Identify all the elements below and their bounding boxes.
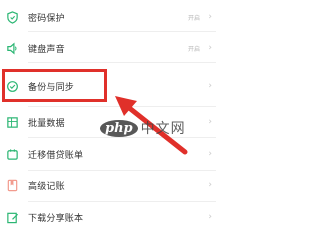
menu-item-download-share-ledger[interactable]: 下载分享账本 › bbox=[0, 203, 216, 231]
menu-item-label: 迁移借贷账单 bbox=[28, 150, 84, 161]
menu-item-password-protection[interactable]: 密码保护 开启 › bbox=[0, 3, 216, 31]
menu-item-label: 高级记账 bbox=[28, 181, 65, 192]
menu-item-label: 下载分享账本 bbox=[28, 213, 84, 224]
wallet-icon bbox=[7, 148, 18, 160]
divider bbox=[28, 31, 216, 32]
divider bbox=[28, 62, 216, 63]
chevron-right-icon: › bbox=[208, 180, 212, 190]
settings-screen: 密码保护 开启 › 键盘声音 开启 › 备份与同步 › 批量数据 › 迁移借贷账… bbox=[0, 0, 216, 234]
chevron-right-icon: › bbox=[208, 212, 212, 222]
menu-item-migrate-loan-bills[interactable]: 迁移借贷账单 › bbox=[0, 140, 216, 168]
chevron-right-icon: › bbox=[208, 149, 212, 159]
spreadsheet-icon bbox=[7, 116, 18, 128]
watermark-text: 中文网 bbox=[140, 121, 186, 137]
pencil-edit-icon bbox=[7, 212, 19, 223]
chevron-right-icon: › bbox=[208, 43, 212, 53]
menu-item-value: 开启 bbox=[187, 14, 200, 22]
chevron-right-icon: › bbox=[208, 81, 212, 91]
chevron-right-icon: › bbox=[208, 117, 212, 127]
menu-item-value: 开启 bbox=[187, 45, 200, 53]
menu-item-advanced-bookkeeping[interactable]: 高级记账 › bbox=[0, 171, 216, 199]
speaker-icon bbox=[7, 42, 17, 54]
watermark-logo: php bbox=[100, 119, 138, 137]
bookmark-icon bbox=[7, 179, 18, 191]
menu-item-label: 批量数据 bbox=[28, 118, 65, 129]
watermark: php 中文网 bbox=[100, 118, 186, 138]
shield-icon bbox=[7, 10, 18, 24]
menu-item-label: 键盘声音 bbox=[28, 44, 65, 55]
chevron-right-icon: › bbox=[208, 12, 212, 22]
annotation-highlight-box bbox=[2, 69, 107, 102]
menu-item-keyboard-sound[interactable]: 键盘声音 开启 › bbox=[0, 34, 216, 62]
divider bbox=[28, 201, 216, 202]
menu-item-label: 密码保护 bbox=[28, 13, 65, 24]
divider bbox=[28, 106, 216, 107]
